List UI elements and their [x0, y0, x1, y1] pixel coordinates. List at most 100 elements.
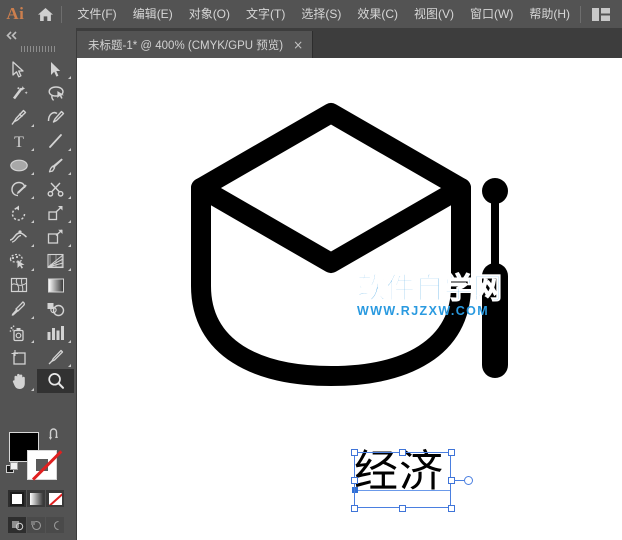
menu-edit[interactable]: 编辑(E) [125, 0, 181, 28]
draw-inside-button[interactable] [46, 517, 65, 533]
color-swatch-button[interactable] [8, 490, 27, 507]
selection-tool[interactable] [0, 57, 37, 81]
tool-flyout-indicator [68, 148, 71, 151]
curvature-tool[interactable] [37, 105, 74, 129]
tool-flyout-indicator [31, 340, 34, 343]
tool-flyout-indicator [68, 196, 71, 199]
tools-grid: T [0, 55, 74, 393]
direct-selection-tool[interactable] [37, 57, 74, 81]
width-tool[interactable] [0, 225, 37, 249]
toolbar-drag-grip[interactable] [0, 42, 76, 55]
gradient-tool[interactable] [37, 273, 74, 297]
menu-items: 文件(F) 编辑(E) 对象(O) 文字(T) 选择(S) 效果(C) 视图(V… [69, 0, 578, 28]
tool-flyout-indicator [31, 148, 34, 151]
tool-flyout-indicator [31, 220, 34, 223]
tool-flyout-indicator [31, 124, 34, 127]
artboard-tool[interactable] [0, 345, 37, 369]
ellipse-tool[interactable] [0, 153, 37, 177]
tool-flyout-indicator [31, 172, 34, 175]
text-object-content: 经济 [354, 446, 444, 497]
menu-file[interactable]: 文件(F) [69, 0, 124, 28]
none-swatch-button[interactable] [46, 490, 65, 507]
swap-fill-stroke-icon[interactable] [48, 428, 61, 446]
type-tool[interactable]: T [0, 129, 37, 153]
hand-tool[interactable] [0, 369, 37, 393]
draw-behind-button[interactable] [27, 517, 46, 533]
perspective-grid-tool[interactable] [37, 249, 74, 273]
blend-tool[interactable] [37, 297, 74, 321]
draw-mode-row [8, 517, 66, 533]
default-fill-stroke-icon[interactable] [6, 462, 19, 480]
text-baseline [354, 490, 451, 491]
handle-top-right[interactable] [447, 448, 455, 456]
tool-flyout-indicator [31, 196, 34, 199]
paintbrush-tool[interactable] [37, 153, 74, 177]
tool-flyout-indicator [68, 268, 71, 271]
document-tab-bar: 未标题-1* @ 400% (CMYK/GPU 预览) × [76, 28, 622, 58]
menu-effect[interactable]: 效果(C) [349, 0, 406, 28]
tool-flyout-indicator [68, 340, 71, 343]
text-object[interactable]: 经济 [354, 450, 444, 494]
menubar-divider-right [580, 5, 582, 23]
text-anchor-point[interactable] [352, 487, 358, 493]
mesh-tool[interactable] [0, 273, 37, 297]
tool-flyout-indicator [31, 316, 34, 319]
menu-select[interactable]: 选择(S) [293, 0, 349, 28]
tool-flyout-indicator [68, 220, 71, 223]
shape-builder-tool[interactable] [0, 249, 37, 273]
symbol-sprayer-tool[interactable] [0, 321, 37, 345]
app-logo: Ai [6, 4, 25, 23]
scale-tool[interactable] [37, 201, 74, 225]
menu-help[interactable]: 帮助(H) [521, 0, 578, 28]
document-tab-title: 未标题-1* @ 400% (CMYK/GPU 预览) [88, 39, 284, 52]
rotate-tool[interactable] [0, 201, 37, 225]
pen-tool[interactable] [0, 105, 37, 129]
handle-middle-left[interactable] [350, 476, 358, 484]
handle-bottom-right[interactable] [447, 504, 455, 512]
rotation-handle[interactable] [464, 475, 473, 485]
home-icon[interactable] [31, 0, 60, 28]
handle-bottom-center[interactable] [399, 504, 406, 512]
svg-text:T: T [14, 134, 24, 150]
shaper-tool[interactable] [0, 177, 37, 201]
line-segment-tool[interactable] [37, 129, 74, 153]
menubar-right-group [578, 0, 622, 28]
graduation-cap-artwork[interactable] [76, 58, 622, 540]
close-icon[interactable]: × [293, 39, 303, 51]
illustrator-window: Ai 文件(F) 编辑(E) 对象(O) 文字(T) 选择(S) 效果(C) 视… [0, 0, 622, 540]
tool-flyout-indicator [68, 172, 71, 175]
free-transform-tool[interactable] [37, 225, 74, 249]
zoom-tool[interactable] [37, 369, 74, 393]
rotation-handle-line [454, 480, 464, 481]
fill-stroke-controls [0, 406, 74, 481]
gradient-swatch-button[interactable] [27, 490, 46, 507]
handle-bottom-left[interactable] [350, 504, 358, 512]
slice-tool[interactable] [37, 345, 74, 369]
tool-flyout-indicator [31, 268, 34, 271]
workspace-switcher-icon[interactable] [588, 0, 614, 28]
toolbar-collapse-icon[interactable] [0, 28, 76, 42]
tool-flyout-indicator [68, 364, 71, 367]
lasso-tool[interactable] [37, 81, 74, 105]
menu-type[interactable]: 文字(T) [238, 0, 293, 28]
tool-flyout-indicator [68, 244, 71, 247]
tassel [482, 178, 508, 378]
menubar-divider [61, 5, 63, 23]
column-graph-tool[interactable] [37, 321, 74, 345]
eyedropper-tool[interactable] [0, 297, 37, 321]
stroke-swatch[interactable] [27, 450, 63, 481]
tool-flyout-indicator [68, 76, 71, 79]
document-tab[interactable]: 未标题-1* @ 400% (CMYK/GPU 预览) × [76, 31, 314, 58]
menu-window[interactable]: 窗口(W) [462, 0, 521, 28]
fill-type-row [8, 490, 66, 507]
magic-wand-tool[interactable] [0, 81, 37, 105]
menu-object[interactable]: 对象(O) [181, 0, 238, 28]
handle-top-center[interactable] [399, 448, 406, 456]
draw-normal-button[interactable] [8, 517, 27, 533]
canvas-area[interactable]: 软件自学网 WWW.RJZXW.COM 经济 [76, 58, 622, 540]
tool-flyout-indicator [31, 388, 34, 391]
scissors-tool[interactable] [37, 177, 74, 201]
menu-bar: Ai 文件(F) 编辑(E) 对象(O) 文字(T) 选择(S) 效果(C) 视… [0, 0, 622, 28]
handle-top-left[interactable] [350, 448, 358, 456]
menu-view[interactable]: 视图(V) [406, 0, 462, 28]
